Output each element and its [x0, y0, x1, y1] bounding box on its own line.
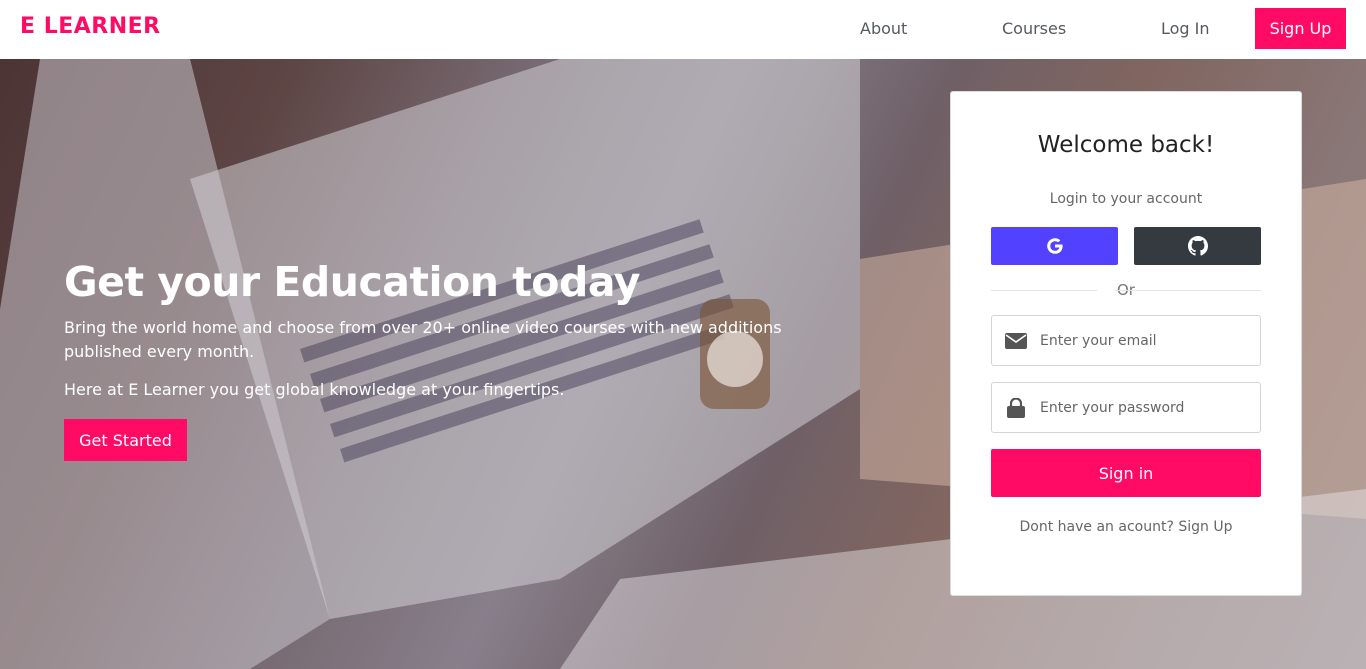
nav-about-link[interactable]: About: [860, 19, 907, 38]
password-field: [991, 382, 1261, 433]
signup-prompt: Dont have an acount? Sign Up: [951, 519, 1301, 535]
lock-icon: [992, 383, 1040, 432]
password-input[interactable]: [1040, 399, 1250, 416]
google-icon: [1046, 238, 1063, 254]
envelope-icon: [992, 316, 1040, 365]
nav-login-link[interactable]: Log In: [1161, 19, 1210, 38]
brand-logo[interactable]: E LEARNER: [20, 14, 161, 39]
email-input[interactable]: [1040, 332, 1250, 349]
signin-button[interactable]: Sign in: [991, 449, 1261, 497]
nav-courses-link[interactable]: Courses: [1002, 19, 1066, 38]
login-title: Welcome back!: [1037, 132, 1215, 158]
email-field: [991, 315, 1261, 366]
signup-link[interactable]: Sign Up: [1178, 519, 1232, 535]
divider-line-right: [1115, 290, 1261, 291]
login-subtitle: Login to your account: [1049, 191, 1203, 207]
hero-description-secondary: Here at E Learner you get global knowled…: [64, 380, 565, 399]
login-card: Welcome back! Login to your account Or E…: [950, 91, 1302, 596]
github-login-button[interactable]: [1134, 227, 1261, 265]
signup-prompt-text: Dont have an acount?: [1019, 519, 1174, 535]
google-login-button[interactable]: [991, 227, 1118, 265]
hero-description: Bring the world home and choose from ove…: [64, 318, 782, 361]
navbar: E LEARNER About Courses Log In Sign Up: [0, 0, 1366, 59]
hero-title: Get your Education today: [64, 258, 640, 306]
get-started-button[interactable]: Get Started: [64, 419, 187, 461]
github-icon: [1187, 236, 1208, 256]
nav-signup-button[interactable]: Sign Up: [1255, 8, 1346, 49]
